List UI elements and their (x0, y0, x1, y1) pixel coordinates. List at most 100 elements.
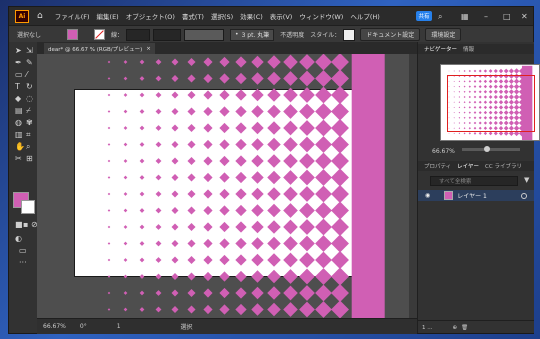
halftone-diamond (331, 102, 349, 121)
screen-mode-icon[interactable]: ▭ (19, 246, 27, 255)
menu-help[interactable]: ヘルプ(H) (350, 11, 379, 21)
blend-tool-icon[interactable]: ◍ (15, 118, 22, 127)
halftone-diamond (187, 107, 196, 116)
halftone-diamond (315, 152, 332, 170)
menu-view[interactable]: 表示(V) (270, 11, 293, 21)
filter-icon[interactable]: ▼ (524, 176, 529, 184)
menu-select[interactable]: 選択(S) (211, 11, 233, 21)
menu-effect[interactable]: 効果(C) (240, 11, 263, 21)
halftone-diamond (283, 120, 298, 136)
menu-type[interactable]: 書式(T) (182, 11, 204, 21)
rectangle-tool-icon[interactable]: ▭ (15, 70, 23, 79)
tab-properties[interactable]: プロパティ (424, 162, 451, 170)
gradient-tool-icon[interactable]: ▤ (15, 106, 23, 115)
more-tools-icon[interactable]: ··· (19, 258, 27, 267)
layer-search-input[interactable]: すべて全検索 (430, 176, 518, 186)
symbol-tool-icon[interactable]: ✾ (26, 118, 33, 127)
preferences-button[interactable]: 環境設定 (425, 28, 462, 41)
halftone-diamond (171, 141, 179, 148)
eraser-tool-icon[interactable]: ◆ (15, 94, 21, 103)
draw-mode-icon[interactable]: ◐ (15, 234, 22, 243)
variable-width-select[interactable] (153, 28, 182, 41)
new-layer-icon[interactable]: ⊕ (453, 325, 458, 331)
eyedropper-tool-icon[interactable]: ⌿ (26, 106, 31, 116)
graph-tool-icon[interactable]: ▥ (15, 130, 23, 139)
close-icon[interactable]: ✕ (521, 12, 528, 21)
halftone-diamond (155, 125, 162, 131)
halftone-diamond (283, 137, 298, 152)
artboard-tool-icon[interactable]: ⌗ (26, 130, 31, 140)
document-tab[interactable]: dear* @ 66.67 % (RGB/プレビュー) × (44, 43, 155, 54)
menu-window[interactable]: ウィンドウ(W) (299, 11, 343, 21)
canvas-area[interactable] (37, 54, 417, 318)
type-tool-icon[interactable]: T (15, 82, 20, 91)
halftone-diamond (123, 192, 128, 196)
navigator-view-box[interactable] (447, 75, 535, 132)
layer-row[interactable]: ◉ レイヤー 1 (418, 190, 534, 201)
halftone-diamond (123, 258, 128, 262)
stroke-color-box[interactable] (21, 200, 35, 214)
visibility-icon[interactable]: ◉ (425, 192, 430, 199)
navigator-zoom-slider[interactable] (462, 146, 520, 152)
selection-tool-icon[interactable]: ➤ (15, 46, 22, 55)
search-icon[interactable]: ⌕ (438, 12, 442, 22)
lasso-tool-icon[interactable]: ◌ (26, 94, 33, 103)
document-close-icon[interactable]: × (146, 46, 151, 52)
halftone-diamond (107, 77, 111, 80)
navigator-zoom[interactable]: 66.67% (432, 148, 455, 155)
artboard-number[interactable]: 1 (117, 323, 121, 330)
rotate-tool-icon[interactable]: ↻ (26, 82, 33, 91)
home-icon[interactable]: ⌂ (37, 11, 43, 21)
opacity-label[interactable]: 不透明度 (280, 30, 304, 39)
tab-navigator[interactable]: ナビゲーター (424, 45, 457, 53)
navigator-preview[interactable] (440, 64, 540, 141)
tab-info[interactable]: 情報 (463, 45, 474, 53)
vertical-scrollbar[interactable] (409, 54, 417, 318)
halftone-diamond (219, 188, 230, 200)
color-mode-icon[interactable]: ■ (15, 220, 23, 229)
layer-name[interactable]: レイヤー 1 (457, 191, 487, 200)
rotate-view[interactable]: 0° (80, 323, 87, 330)
zoom-level[interactable]: 66.67% (43, 323, 66, 330)
menu-object[interactable]: オブジェクト(O) (126, 11, 175, 21)
fill-swatch[interactable] (67, 29, 78, 40)
halftone-diamond (283, 236, 298, 251)
halftone-diamond (203, 106, 213, 117)
style-swatch[interactable] (343, 28, 356, 41)
delete-layer-icon[interactable]: 🗑 (461, 325, 468, 331)
direct-selection-tool-icon[interactable]: ⇲ (26, 46, 33, 55)
illustrator-window: Ai ⌂ ファイル(F) 編集(E) オブジェクト(O) 書式(T) 選択(S)… (8, 6, 540, 334)
zoom-tool-icon[interactable]: ⌕ (26, 142, 30, 152)
gradient-mode-icon[interactable]: ▪ (23, 220, 28, 229)
minimize-icon[interactable]: – (484, 12, 488, 21)
brush-preview[interactable] (184, 28, 225, 41)
menu-edit[interactable]: 編集(E) (97, 11, 119, 21)
share-button[interactable]: 共有 (416, 11, 432, 21)
halftone-diamond (299, 268, 315, 285)
pen-tool-icon[interactable]: ✒ (15, 58, 22, 67)
tab-layers[interactable]: レイヤー (457, 162, 479, 170)
stroke-swatch[interactable] (94, 29, 105, 40)
mesh-tool-icon[interactable]: ⊞ (26, 154, 33, 163)
halftone-diamond (187, 123, 196, 133)
halftone-diamond (123, 159, 128, 163)
hand-tool-icon[interactable]: ✋ (15, 142, 25, 151)
maximize-icon[interactable]: □ (503, 12, 511, 21)
target-icon[interactable] (521, 192, 527, 199)
pencil-tool-icon[interactable]: ✎ (26, 58, 33, 67)
halftone-diamond (251, 121, 264, 135)
menu-file[interactable]: ファイル(F) (55, 11, 90, 21)
halftone-diamond (315, 284, 332, 302)
halftone-artwork[interactable] (37, 54, 409, 318)
stroke-weight-input[interactable] (126, 28, 151, 41)
scissors-tool-icon[interactable]: ✂ (15, 154, 22, 163)
halftone-diamond (123, 76, 128, 81)
document-tab-title: dear* @ 66.67 % (RGB/プレビュー) (48, 46, 143, 53)
brush-tool-icon[interactable]: ⁄ (26, 70, 27, 79)
workspace-icon[interactable]: ▦ (461, 12, 469, 21)
halftone-diamond (267, 187, 281, 201)
tab-cc-libraries[interactable]: CC ライブラリ (485, 162, 522, 170)
brush-select[interactable]: • 3 pt. 丸筆 (230, 28, 275, 41)
halftone-diamond (493, 68, 498, 74)
document-setup-button[interactable]: ドキュメント設定 (360, 28, 421, 41)
